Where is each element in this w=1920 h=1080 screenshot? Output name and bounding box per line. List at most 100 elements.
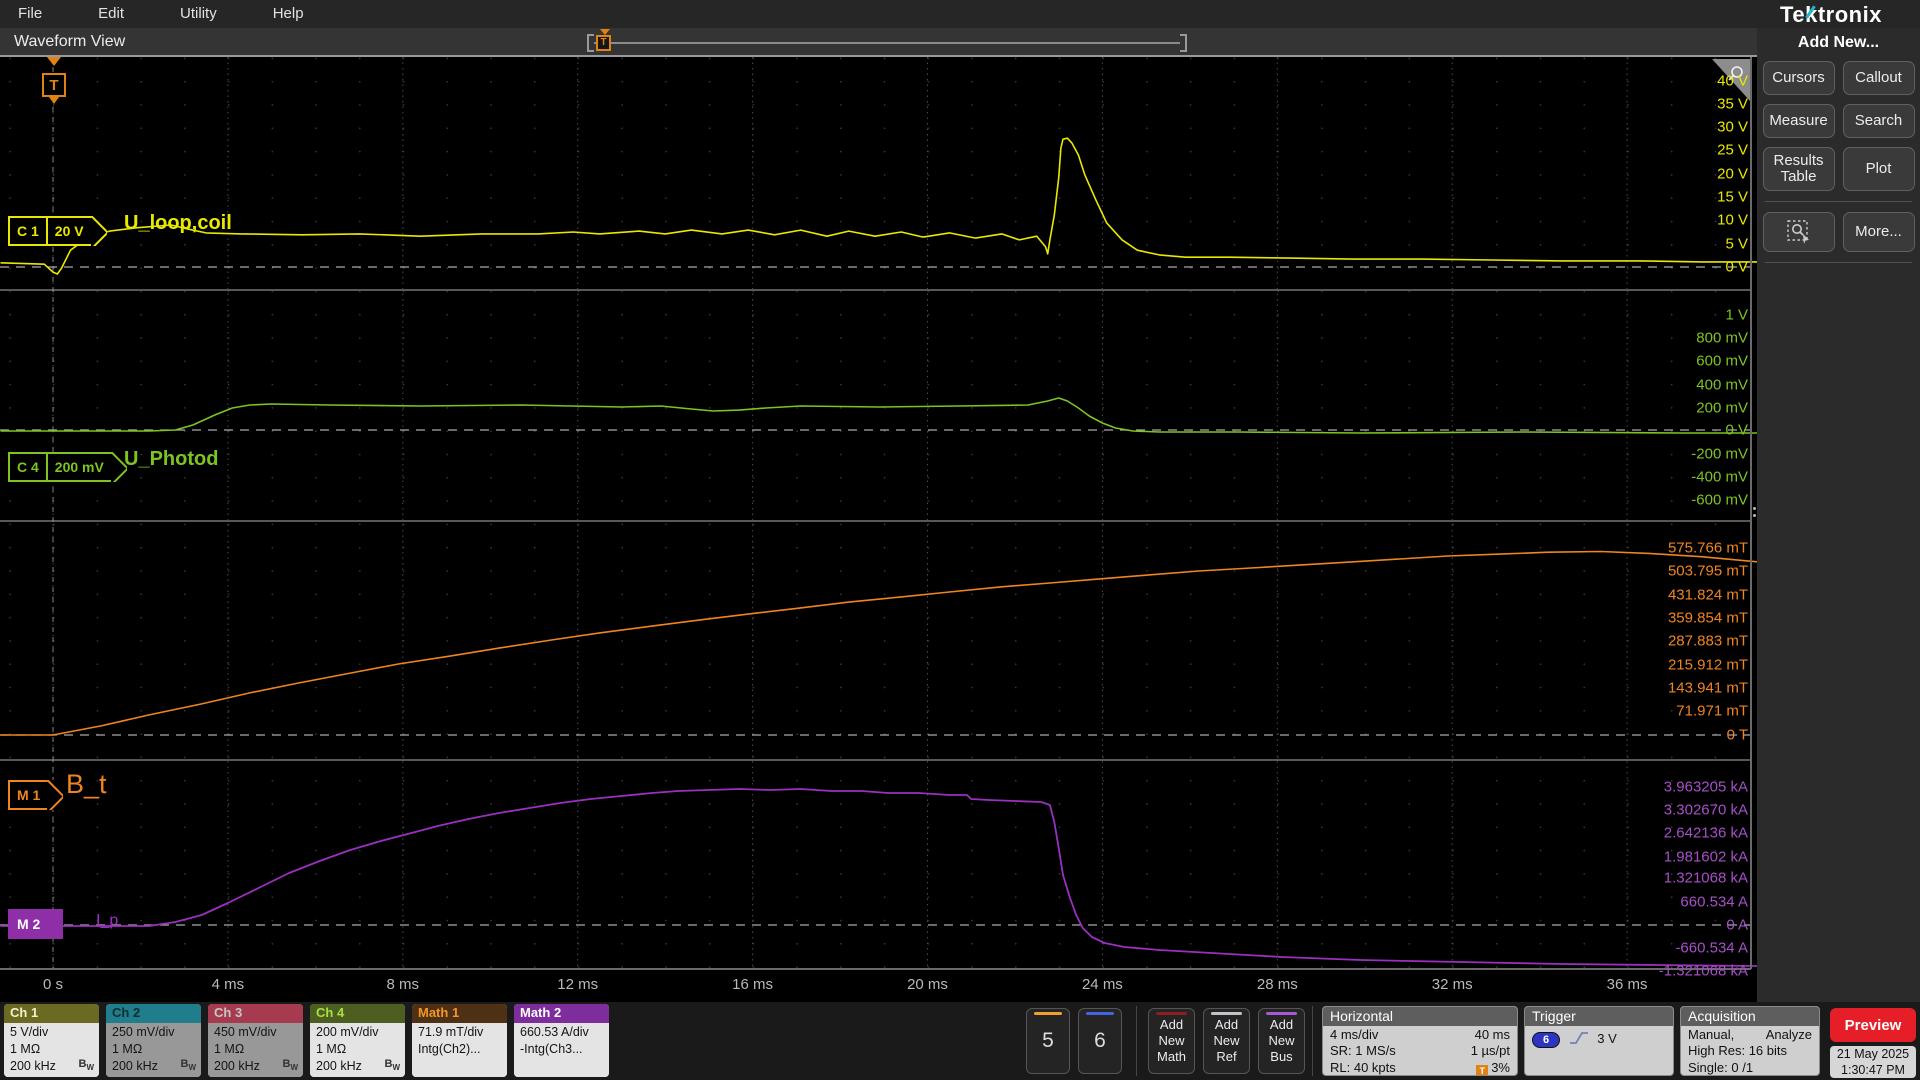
right-sidebar: Add New... Cursors Callout Measure Search Re…: [1757, 28, 1920, 1002]
sidebar-button-search[interactable]: Search: [1842, 104, 1915, 138]
axis-tick: 600 mV: [1696, 352, 1748, 370]
channel-card-ch1[interactable]: Ch 15 V/div 1 MΩ 200 kHz BW: [4, 1004, 99, 1077]
slot-6-button[interactable]: 6: [1078, 1008, 1122, 1074]
bottom-divider-1: [1136, 1006, 1137, 1076]
time-tick: 20 ms: [907, 976, 948, 993]
badge-c1-scale[interactable]: 20 V: [45, 216, 91, 246]
channel-card-ch3[interactable]: Ch 3 450 mV/div 1 MΩ 200 kHz BW: [208, 1004, 303, 1077]
horizontal-scale: 4 ms/div: [1330, 1027, 1379, 1042]
horizontal-panel[interactable]: Horizontal 4 ms/div 40 ms SR: 1 MS/s 1 µs/…: [1322, 1006, 1518, 1076]
rising-edge-icon: [1569, 1032, 1588, 1044]
channel-setting: Intg(Ch2)...: [418, 1041, 481, 1056]
channel-card-math1[interactable]: Math 1 71.9 mT/div Intg(Ch2)...: [412, 1004, 507, 1077]
badge-c1-tip: [91, 216, 107, 246]
menu-help[interactable]: Help: [259, 5, 318, 22]
bandwidth-icon: BW: [384, 1058, 400, 1073]
axis-tick: 660.534 A: [1680, 893, 1748, 911]
trigger-marker[interactable]: T: [41, 57, 67, 109]
waveform-svg: [0, 57, 1759, 970]
acq-resolution: High Res: 16 bits: [1688, 1043, 1787, 1059]
sidebar-button-results-table[interactable]: Results Table: [1762, 147, 1835, 191]
math-badge-m2[interactable]: M 2: [8, 909, 64, 939]
record-view-slider[interactable]: T: [587, 29, 1187, 52]
menu-utility[interactable]: Utility: [166, 5, 231, 22]
logo-k-accent: k: [1805, 2, 1818, 27]
trigger-marker-arrow-top: [47, 57, 61, 73]
badge-m2-name[interactable]: M 2: [8, 909, 48, 939]
badge-m1-tip: [47, 780, 63, 810]
sidebar-button-cursors[interactable]: Cursors: [1762, 61, 1835, 95]
time-tick: 36 ms: [1606, 976, 1648, 993]
add-new-bus-button[interactable]: Add New Bus: [1258, 1008, 1305, 1074]
record-left-bracket[interactable]: [587, 34, 594, 52]
trace-label-b-t: B_t: [66, 769, 107, 799]
channel-settings-strip: Ch 15 V/div 1 MΩ 200 kHz BW Ch 2 250 mV/div 1 …: [4, 1004, 609, 1077]
menu-edit[interactable]: Edit: [84, 5, 138, 22]
preview-button[interactable]: Preview: [1830, 1008, 1916, 1042]
time-tick: 16 ms: [732, 976, 774, 993]
trigger-panel-title: Trigger: [1525, 1007, 1673, 1026]
axis-tick: -660.534 A: [1675, 939, 1748, 957]
axis-tick: 575.766 mT: [1667, 539, 1748, 557]
sidebar-button-callout[interactable]: Callout: [1842, 61, 1915, 95]
sidebar-button-plot[interactable]: Plot: [1842, 147, 1915, 191]
slot-6-stripe: [1086, 1012, 1114, 1015]
add-new-math-button[interactable]: Add New Math: [1148, 1008, 1195, 1074]
axis-tick: -400 mV: [1691, 468, 1748, 486]
axis-tick: 0 T: [1726, 726, 1748, 744]
badge-c4-scale[interactable]: 200 mV: [45, 452, 111, 482]
axis-tick: 15 V: [1717, 188, 1748, 206]
channel-badge-c4[interactable]: C 4 200 mV: [8, 452, 127, 482]
badge-c4-name[interactable]: C 4: [8, 452, 46, 482]
button-stripe: [1211, 1012, 1242, 1015]
axis-tick: 5 V: [1725, 235, 1748, 253]
channel-card-math2[interactable]: Math 2 660.53 A/div -Intg(Ch3...: [514, 1004, 609, 1077]
more-button[interactable]: More...: [1842, 212, 1915, 252]
channel-card-ch4[interactable]: Ch 4 200 mV/div 1 MΩ 200 kHz BW: [310, 1004, 405, 1077]
time-tick: 4 ms: [211, 976, 245, 993]
zoom-select-button[interactable]: [1762, 212, 1835, 252]
badge-c1-name[interactable]: C 1: [8, 216, 46, 246]
acq-mode: Manual,: [1688, 1027, 1735, 1042]
channel-card-ch2[interactable]: Ch 2 250 mV/div 1 MΩ 200 kHz BW: [106, 1004, 201, 1077]
add-new-header: Add New...: [1797, 34, 1880, 51]
add-new-ref-button[interactable]: Add New Ref: [1203, 1008, 1250, 1074]
bottom-status-bar: Ch 15 V/div 1 MΩ 200 kHz BW Ch 2 250 mV/div 1 …: [0, 1002, 1920, 1080]
horizontal-resolution: 1 µs/pt: [1470, 1043, 1510, 1059]
axis-tick: 359.854 mT: [1667, 609, 1748, 627]
waveform-plot[interactable]: 40 V 35 V 30 V 25 V 20 V 15 V 10 V 5 V 0 V 1 V 800…: [0, 57, 1759, 993]
axis-tick: 10 V: [1717, 211, 1748, 229]
record-right-bracket[interactable]: [1180, 34, 1187, 52]
trace-label-i-p: I_p: [96, 912, 119, 929]
menu-file[interactable]: File: [4, 5, 56, 22]
axis-tick: -1.321068 kA: [1658, 962, 1748, 980]
math-badge-m1[interactable]: M 1: [8, 780, 64, 810]
record-track[interactable]: [594, 42, 1180, 44]
trigger-marker-t-icon[interactable]: T: [42, 73, 66, 97]
slot-5-button[interactable]: 5: [1026, 1008, 1070, 1074]
channel-setting: 660.53 A/div: [520, 1025, 589, 1039]
channel-badge-c1[interactable]: C 1 20 V: [8, 216, 107, 246]
oscilloscope-screen: File Edit Utility Help Tektronix Waveform V…: [0, 0, 1920, 1080]
acquisition-panel[interactable]: Acquisition Manual, Analyze High Res: 16 …: [1680, 1006, 1820, 1076]
axis-tick: 3.963205 kA: [1663, 778, 1748, 796]
horizontal-record-length: RL: 40 kpts: [1330, 1059, 1396, 1075]
record-trigger-handle[interactable]: T: [596, 29, 611, 51]
axis-tick: 800 mV: [1696, 329, 1748, 347]
channel-card-title: Ch 1: [4, 1004, 99, 1023]
axis-tick: 143.941 mT: [1667, 679, 1748, 697]
trace-label-u-photod: U_Photod: [124, 448, 219, 470]
trigger-marker-arrow-bottom: [49, 97, 59, 109]
trigger-position-icon: T: [1476, 1064, 1489, 1075]
trigger-panel[interactable]: Trigger 6 3 V: [1524, 1006, 1674, 1076]
badge-m1-name[interactable]: M 1: [8, 780, 48, 810]
view-title: Waveform View: [14, 33, 126, 50]
acq-single-count: Single: 0 /1: [1688, 1059, 1754, 1075]
channel-card-title: Math 1: [412, 1004, 507, 1023]
horizontal-panel-title: Horizontal: [1323, 1007, 1517, 1026]
horizontal-sample-rate: SR: 1 MS/s: [1330, 1043, 1396, 1059]
axis-tick: 0 V: [1725, 421, 1748, 439]
sidebar-button-measure[interactable]: Measure: [1762, 104, 1835, 138]
horizontal-trigger-pos: T 3%: [1476, 1060, 1510, 1075]
tektronix-logo: Tektronix: [1780, 2, 1882, 27]
